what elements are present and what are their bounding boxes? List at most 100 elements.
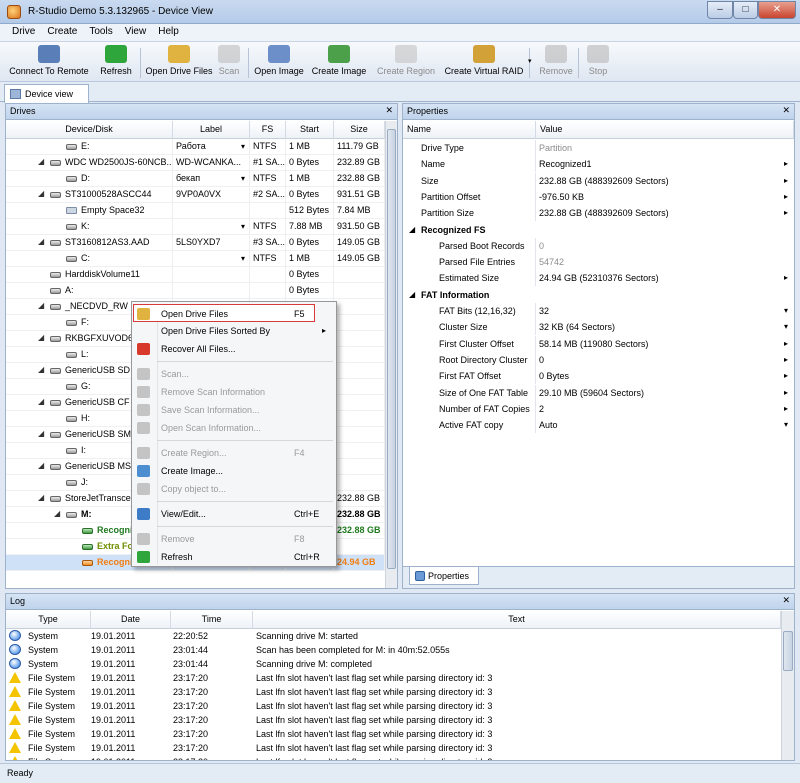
col-name[interactable]: Name — [403, 121, 536, 139]
menu-item-create-region[interactable]: Create Region... F4 — [134, 444, 334, 462]
toolbar-stop-button[interactable]: Stop — [583, 45, 613, 81]
menu-item-remove[interactable]: Remove F8 — [134, 530, 334, 548]
property-expand-icon[interactable]: ▸ — [784, 339, 788, 348]
property-expand-icon[interactable]: ▸ — [784, 208, 788, 217]
menu-tools[interactable]: Tools — [83, 24, 118, 39]
property-row[interactable]: First Cluster Offset 58.14 MB (119080 Sec… — [403, 335, 791, 352]
property-group[interactable]: ◢ FAT Information — [403, 287, 791, 303]
log-row[interactable]: System 19.01.2011 23:01:44 Scan has been co… — [6, 643, 781, 657]
log-row[interactable]: System 19.01.2011 22:20:52 Scanning drive M… — [6, 629, 781, 643]
drive-row[interactable]: K: ▾ NTFS 7.88 MB 931.50 GB — [6, 219, 385, 235]
property-expand-icon[interactable]: ▾ — [784, 420, 788, 429]
col-type[interactable]: Type — [6, 611, 91, 629]
col-label[interactable]: Label — [173, 121, 250, 139]
drive-row[interactable]: ◢ WDC WD2500JS-60NCB... WD-WCANKA... #1 SA.… — [6, 155, 385, 171]
expand-arrow-icon[interactable]: ◢ — [54, 509, 60, 518]
close-icon[interactable]: ✕ — [385, 105, 393, 116]
col-size[interactable]: Size — [334, 121, 385, 139]
log-row[interactable]: File System 19.01.2011 23:17:20 Last lfn sl… — [6, 699, 781, 713]
expand-arrow-icon[interactable]: ◢ — [38, 461, 44, 470]
property-row[interactable]: Drive Type Partition — [403, 140, 791, 156]
menu-item-remove-scan-information[interactable]: Remove Scan Information — [134, 383, 334, 401]
log-row[interactable]: File System 19.01.2011 23:17:20 Last lfn sl… — [6, 713, 781, 727]
property-expand-icon[interactable]: ▸ — [784, 273, 788, 282]
expand-arrow-icon[interactable]: ◢ — [38, 237, 44, 246]
property-row[interactable]: Partition Offset -976.50 KB ▸ — [403, 188, 791, 205]
property-row[interactable]: Size of One FAT Table 29.10 MB (59604 Sec… — [403, 384, 791, 401]
property-expand-icon[interactable]: ▸ — [784, 176, 788, 185]
tab-device-view[interactable]: Device view — [4, 84, 89, 103]
menu-create[interactable]: Create — [41, 24, 83, 39]
drives-scroll-thumb[interactable] — [387, 129, 396, 569]
col-start[interactable]: Start — [286, 121, 334, 139]
toolbar-scan-button[interactable]: Scan — [216, 45, 242, 81]
col-date[interactable]: Date — [91, 611, 171, 629]
property-expand-icon[interactable]: ▸ — [784, 159, 788, 168]
log-row[interactable]: File System 19.01.2011 23:17:20 Last lfn sl… — [6, 755, 781, 760]
expand-arrow-icon[interactable]: ◢ — [38, 493, 44, 502]
tab-properties[interactable]: Properties — [409, 567, 479, 585]
log-row[interactable]: File System 19.01.2011 23:17:20 Last lfn sl… — [6, 727, 781, 741]
expand-arrow-icon[interactable]: ◢ — [38, 429, 44, 438]
log-row[interactable]: File System 19.01.2011 23:17:20 Last lfn sl… — [6, 685, 781, 699]
property-row[interactable]: Cluster Size 32 KB (64 Sectors) ▾ — [403, 319, 791, 336]
toolbar-open-drive-files-button[interactable]: Open Drive Files — [143, 45, 215, 81]
expand-arrow-icon[interactable]: ◢ — [38, 189, 44, 198]
menu-item-open-scan-information[interactable]: Open Scan Information... — [134, 419, 334, 437]
property-row[interactable]: Number of FAT Copies 2 ▸ — [403, 400, 791, 417]
menu-item-create-image[interactable]: Create Image... — [134, 462, 334, 480]
property-row[interactable]: Size 232.88 GB (488392609 Sectors) ▸ — [403, 172, 791, 189]
menu-item-open-drive-files-sorted-by[interactable]: Open Drive Files Sorted By ▸ — [134, 322, 334, 340]
close-icon[interactable]: ✕ — [782, 105, 790, 116]
col-time[interactable]: Time — [171, 611, 253, 629]
menu-item-refresh[interactable]: Refresh Ctrl+R — [134, 548, 334, 566]
property-expand-icon[interactable]: ▾ — [784, 322, 788, 331]
menu-help[interactable]: Help — [152, 24, 185, 39]
log-row[interactable]: File System 19.01.2011 23:17:20 Last lfn sl… — [6, 741, 781, 755]
dropdown-arrow-icon[interactable]: ▾ — [528, 57, 532, 65]
drive-row[interactable]: A: 0 Bytes — [6, 283, 385, 299]
log-row[interactable]: File System 19.01.2011 23:17:20 Last lfn sl… — [6, 671, 781, 685]
property-group[interactable]: ◢ Recognized FS — [403, 222, 791, 238]
property-row[interactable]: Estimated Size 24.94 GB (52310376 Sectors… — [403, 270, 791, 287]
col-text[interactable]: Text — [253, 611, 781, 629]
toolbar-connect-to-remote-button[interactable]: Connect To Remote — [8, 45, 90, 81]
property-row[interactable]: Parsed Boot Records 0 — [403, 237, 791, 254]
toolbar-remove-button[interactable]: Remove — [537, 45, 575, 81]
log-scrollbar[interactable] — [781, 611, 794, 760]
drive-row[interactable]: ◢ ST3160812AS3.AAD 5LS0YXD7 #3 SA... 0 Bytes… — [6, 235, 385, 251]
drive-row[interactable]: E: Работа ▾ NTFS 1 MB 111.79 GB — [6, 139, 385, 155]
dropdown-arrow-icon[interactable]: ▾ — [241, 254, 245, 263]
property-row[interactable]: Parsed File Entries 54742 — [403, 254, 791, 271]
expand-arrow-icon[interactable]: ◢ — [38, 397, 44, 406]
close-icon[interactable]: ✕ — [782, 595, 790, 606]
property-expand-icon[interactable]: ▸ — [784, 355, 788, 364]
drive-row[interactable]: C: ▾ NTFS 1 MB 149.05 GB — [6, 251, 385, 267]
property-expand-icon[interactable]: ▾ — [784, 306, 788, 315]
drive-row[interactable]: D: бекап ▾ NTFS 1 MB 232.88 GB — [6, 171, 385, 187]
drive-row[interactable]: ◢ ST31000528ASCC44 9VP0A0VX #2 SA... 0 Bytes… — [6, 187, 385, 203]
menu-drive[interactable]: Drive — [6, 24, 41, 39]
expand-arrow-icon[interactable]: ◢ — [38, 333, 44, 342]
drive-row[interactable]: HarddiskVolume11 0 Bytes — [6, 267, 385, 283]
menu-item-copy-object-to[interactable]: Copy object to... — [134, 480, 334, 498]
collapse-arrow-icon[interactable]: ◢ — [409, 290, 415, 299]
dropdown-arrow-icon[interactable]: ▾ — [241, 142, 245, 151]
col-value[interactable]: Value — [536, 121, 794, 139]
maximize-button[interactable]: □ — [733, 1, 758, 19]
log-scroll-thumb[interactable] — [783, 631, 793, 671]
menu-item-scan[interactable]: Scan... — [134, 365, 334, 383]
toolbar-open-image-button[interactable]: Open Image — [252, 45, 306, 81]
drive-row[interactable]: Empty Space32 512 Bytes 7.84 MB — [6, 203, 385, 219]
property-row[interactable]: Partition Size 232.88 GB (488392609 Secto… — [403, 205, 791, 222]
toolbar-create-region-button[interactable]: Create Region — [374, 45, 438, 81]
menu-item-view-edit[interactable]: View/Edit... Ctrl+E — [134, 505, 334, 523]
property-row[interactable]: Root Directory Cluster 0 ▸ — [403, 351, 791, 368]
close-button[interactable]: ✕ — [758, 1, 796, 19]
minimize-button[interactable]: – — [707, 1, 733, 19]
property-row[interactable]: Name Recognized1 ▸ — [403, 156, 791, 173]
menu-item-recover-all-files[interactable]: Recover All Files... — [134, 340, 334, 358]
property-row[interactable]: FAT Bits (12,16,32) 32 ▾ — [403, 303, 791, 319]
log-row[interactable]: System 19.01.2011 23:01:44 Scanning drive M… — [6, 657, 781, 671]
menu-item-open-drive-files[interactable]: Open Drive Files F5 — [133, 304, 315, 322]
